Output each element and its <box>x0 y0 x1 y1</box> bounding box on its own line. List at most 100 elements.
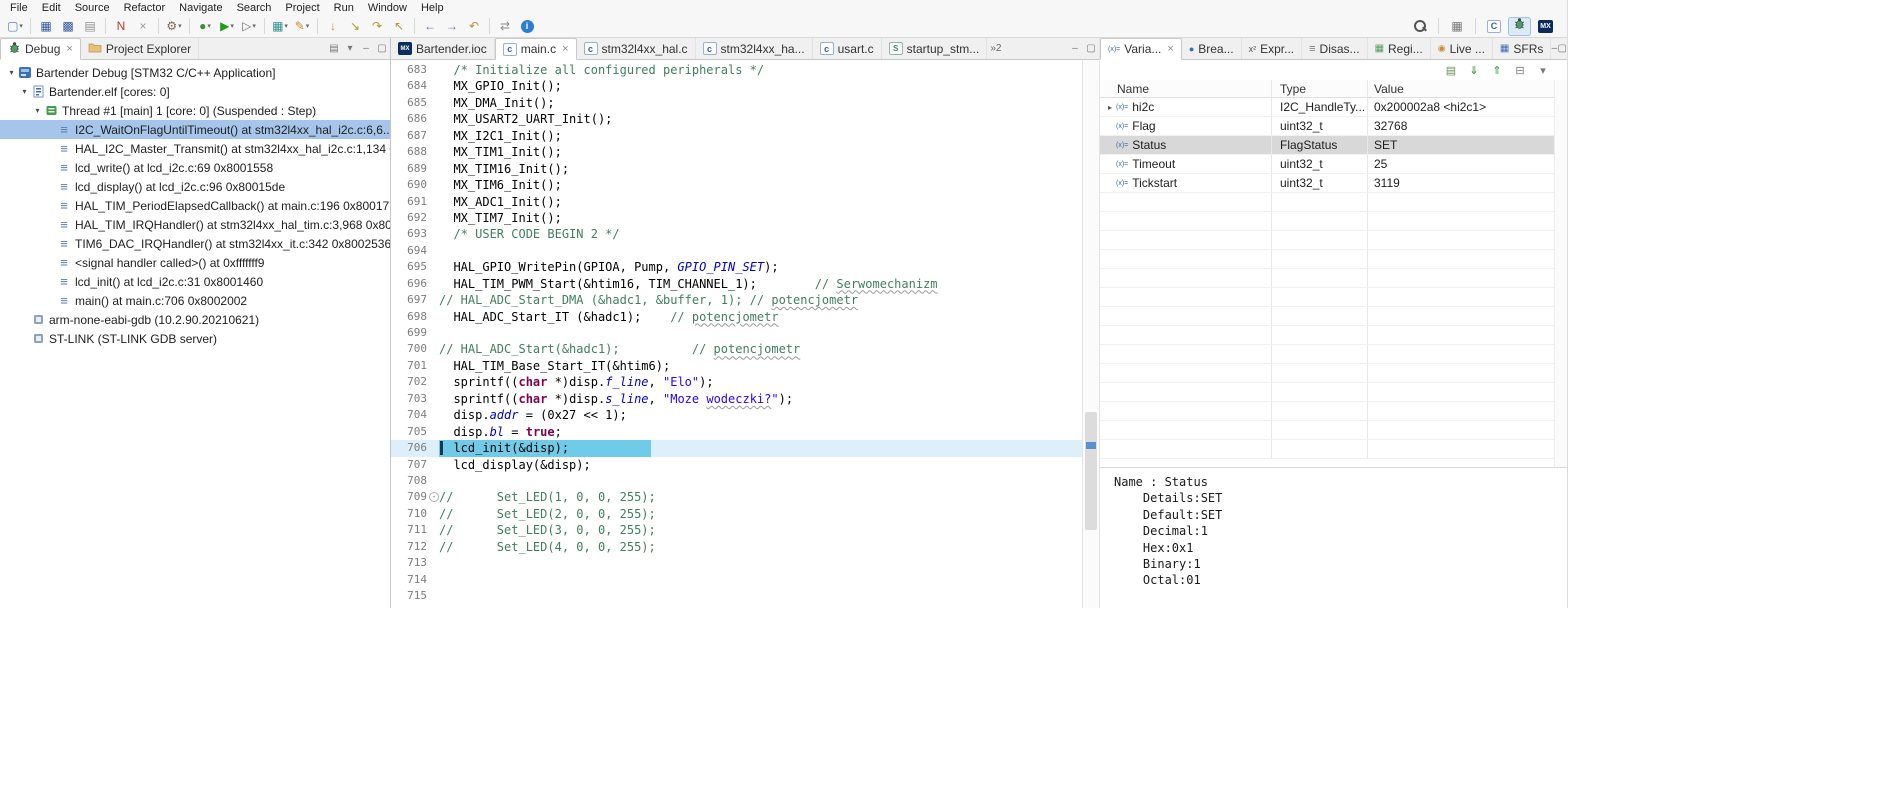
line-number[interactable]: 700 <box>391 341 439 357</box>
export-values-icon[interactable]: ⇑ <box>1489 64 1505 77</box>
line-number[interactable]: 690 <box>391 177 439 193</box>
tab-overflow-indicator[interactable]: »2 <box>987 38 1004 59</box>
variables-view-tab-expr[interactable]: x²Expr... <box>1242 38 1303 59</box>
code-line[interactable]: 685 MX_DMA_Init(); <box>391 95 1082 111</box>
info-icon[interactable]: i <box>517 17 537 35</box>
stack-frame-item[interactable]: ≡<signal handler called>() at 0xfffffff9 <box>0 253 390 272</box>
line-number[interactable]: 711 <box>391 522 439 538</box>
code-line-text[interactable]: MX_I2C1_Init(); <box>439 128 1082 144</box>
code-line[interactable]: 683 /* Initialize all configured periphe… <box>391 62 1082 78</box>
line-number[interactable]: 701 <box>391 358 439 374</box>
close-icon[interactable]: × <box>1167 43 1173 55</box>
show-logical-structure-icon[interactable]: ▤ <box>1443 64 1459 77</box>
stack-frame-item[interactable]: ≡I2C_WaitOnFlagUntilTimeout() at stm32l4… <box>0 120 390 139</box>
code-line[interactable]: 696 HAL_TIM_PWM_Start(&htim16, TIM_CHANN… <box>391 276 1082 292</box>
code-line-text[interactable]: // Set_LED(3, 0, 0, 255); <box>439 522 1082 538</box>
variable-row[interactable]: (x)=Flaguint32_t32768 <box>1100 117 1567 136</box>
line-number[interactable]: 697 <box>391 292 439 308</box>
code-line-text[interactable]: disp.bl = true; <box>439 424 1082 440</box>
code-line-text[interactable]: lcd_init(&disp); <box>439 440 1082 456</box>
code-line-text[interactable]: sprintf((char *)disp.f_line, "Elo"); <box>439 374 1082 390</box>
maximize-icon[interactable]: ▢ <box>1083 38 1099 59</box>
last-edit-icon[interactable]: ↶ <box>464 17 484 35</box>
gdb-process-item[interactable]: ST-LINK (ST-LINK GDB server) <box>0 329 390 348</box>
code-line-text[interactable]: MX_TIM1_Init(); <box>439 144 1082 160</box>
line-number[interactable]: 703 <box>391 391 439 407</box>
profile-icon[interactable]: ▷▾ <box>239 17 259 35</box>
code-line-text[interactable]: HAL_GPIO_WritePin(GPIOA, Pump, GPIO_PIN_… <box>439 259 1082 275</box>
code-line[interactable]: 709-// Set_LED(1, 0, 0, 255); <box>391 489 1082 505</box>
debug-perspective-button[interactable] <box>1508 17 1531 36</box>
elf-binary-item[interactable]: ▾Bartender.elf [cores: 0] <box>0 82 390 101</box>
column-header-value[interactable]: Value <box>1368 80 1567 97</box>
save-all-icon[interactable]: ▩ <box>58 17 78 35</box>
empty-table-row[interactable] <box>1100 250 1567 269</box>
code-line[interactable]: 697// HAL_ADC_Start_DMA (&hadc1, &buffer… <box>391 292 1082 308</box>
menu-project[interactable]: Project <box>278 2 326 14</box>
menu-run[interactable]: Run <box>327 2 361 14</box>
stack-frame-item[interactable]: ≡TIM6_DAC_IRQHandler() at stm32l4xx_it.c… <box>0 234 390 253</box>
code-line[interactable]: 692 MX_TIM7_Init(); <box>391 210 1082 226</box>
code-line[interactable]: 702 sprintf((char *)disp.f_line, "Elo"); <box>391 374 1082 390</box>
line-number[interactable]: 686 <box>391 111 439 127</box>
code-line[interactable]: 689 MX_TIM16_Init(); <box>391 161 1082 177</box>
variables-view-tab-regi[interactable]: ▦Regi... <box>1368 38 1431 59</box>
line-number[interactable]: 710 <box>391 506 439 522</box>
code-line[interactable]: 706 lcd_init(&disp); <box>391 440 1082 456</box>
delete-icon[interactable]: × <box>133 17 153 35</box>
line-number[interactable]: 699 <box>391 325 439 341</box>
search-icon[interactable] <box>1410 17 1430 35</box>
code-line-text[interactable]: MX_TIM7_Init(); <box>439 210 1082 226</box>
empty-table-row[interactable] <box>1100 440 1567 459</box>
code-line[interactable]: 712// Set_LED(4, 0, 0, 255); <box>391 539 1082 555</box>
open-perspective-icon[interactable]: ▦ <box>1447 17 1467 35</box>
device-config-icon[interactable]: ▦▾ <box>270 17 290 35</box>
line-number[interactable]: 687 <box>391 128 439 144</box>
code-line-text[interactable]: MX_GPIO_Init(); <box>439 78 1082 94</box>
fold-collapse-icon[interactable]: - <box>429 492 439 502</box>
code-line[interactable]: 684 MX_GPIO_Init(); <box>391 78 1082 94</box>
code-line-text[interactable]: HAL_TIM_PWM_Start(&htim16, TIM_CHANNEL_1… <box>439 276 1082 292</box>
menu-window[interactable]: Window <box>361 2 414 14</box>
empty-table-row[interactable] <box>1100 212 1567 231</box>
view-menu-icon[interactable]: ▾ <box>342 38 358 59</box>
code-line[interactable]: 713 <box>391 555 1082 571</box>
code-line[interactable]: 694 <box>391 243 1082 259</box>
code-line[interactable]: 693 /* USER CODE BEGIN 2 */ <box>391 226 1082 242</box>
cubemx-perspective-button[interactable]: MX <box>1534 17 1557 36</box>
editor-tab-startup-stm[interactable]: Sstartup_stm... <box>882 38 988 59</box>
variable-row[interactable]: ▸(x)=hi2cI2C_HandleTy...0x200002a8 <hi2c… <box>1100 98 1567 117</box>
import-values-icon[interactable]: ⇓ <box>1466 64 1482 77</box>
line-number[interactable]: 715 <box>391 588 439 604</box>
code-line[interactable]: 687 MX_I2C1_Init(); <box>391 128 1082 144</box>
empty-table-row[interactable] <box>1100 402 1567 421</box>
code-line[interactable]: 703 sprintf((char *)disp.s_line, "Moze w… <box>391 391 1082 407</box>
menu-search[interactable]: Search <box>230 2 279 14</box>
stack-frame-item[interactable]: ≡lcd_write() at lcd_i2c.c:69 0x8001558 <box>0 158 390 177</box>
code-line-text[interactable]: MX_TIM16_Init(); <box>439 161 1082 177</box>
editor-scrollbar[interactable] <box>1082 60 1099 608</box>
editor-tab-bartender-ioc[interactable]: MXBartender.ioc <box>391 38 495 59</box>
empty-table-row[interactable] <box>1100 364 1567 383</box>
line-number[interactable]: 708 <box>391 473 439 489</box>
column-header-name[interactable]: Name <box>1100 80 1272 97</box>
variables-scrollbar[interactable] <box>1554 80 1567 467</box>
stack-frame-item[interactable]: ≡lcd_display() at lcd_i2c.c:96 0x80015de <box>0 177 390 196</box>
code-line-text[interactable]: HAL_TIM_Base_Start_IT(&htim6); <box>439 358 1082 374</box>
tree-expander[interactable]: ▾ <box>6 68 17 77</box>
empty-table-row[interactable] <box>1100 345 1567 364</box>
code-line-text[interactable]: /* Initialize all configured peripherals… <box>439 62 1082 78</box>
line-number[interactable]: 684 <box>391 78 439 94</box>
code-line[interactable]: 708 <box>391 473 1082 489</box>
line-number[interactable]: 693 <box>391 226 439 242</box>
print-icon[interactable]: ▤ <box>80 17 100 35</box>
code-line[interactable]: 698 HAL_ADC_Start_IT (&hadc1); // potenc… <box>391 309 1082 325</box>
maximize-icon[interactable]: ▢ <box>374 38 390 59</box>
code-line[interactable]: 691 MX_ADC1_Init(); <box>391 194 1082 210</box>
row-expander-icon[interactable]: ▸ <box>1104 103 1116 112</box>
line-number[interactable]: 696 <box>391 276 439 292</box>
new-wizard-icon[interactable]: ▢▾ <box>5 17 25 35</box>
step-over-icon[interactable]: ↷ <box>367 17 387 35</box>
line-number[interactable]: 705 <box>391 424 439 440</box>
variable-row[interactable]: (x)=Timeoutuint32_t25 <box>1100 155 1567 174</box>
